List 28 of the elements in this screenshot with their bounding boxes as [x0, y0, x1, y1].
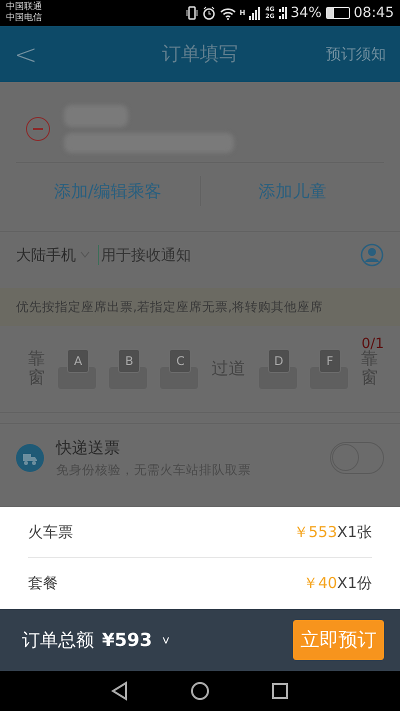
- price-item-amount: ￥553X1张: [294, 522, 372, 542]
- signal-icon: [249, 6, 262, 20]
- price-item-amount: ￥40X1份: [303, 574, 372, 593]
- page-title: 订单填写: [161, 42, 239, 67]
- order-total-amount: ¥593: [102, 630, 152, 650]
- recents-nav-icon[interactable]: [270, 681, 290, 701]
- clock-time: 08:45: [354, 5, 394, 21]
- delivery-title: 快递送票: [56, 438, 121, 458]
- phone-region-dropdown[interactable]: 大陆手机: [16, 246, 90, 264]
- back-button[interactable]: <: [14, 38, 74, 70]
- signal-icon: [278, 6, 287, 20]
- battery-icon: [326, 7, 350, 19]
- back-nav-icon[interactable]: [110, 681, 130, 701]
- book-now-button[interactable]: 立即预订: [293, 620, 384, 660]
- price-item-label: 火车票: [28, 522, 73, 542]
- carrier-name: 中国联通: [6, 2, 42, 12]
- price-item-label: 套餐: [28, 574, 58, 593]
- home-nav-icon[interactable]: [190, 681, 210, 701]
- order-total-label: 订单总额: [22, 629, 94, 652]
- booking-notice-link[interactable]: 预订须知: [326, 44, 386, 64]
- expand-details-button[interactable]: ˅: [162, 632, 170, 648]
- battery-percent: 34%: [290, 5, 322, 21]
- carrier-name: 中国电信: [6, 13, 42, 24]
- wifi-icon: [220, 6, 236, 20]
- seat-count: 0/1: [361, 336, 384, 352]
- alarm-icon: [202, 6, 216, 20]
- phone-input-field[interactable]: 用于接收通知: [98, 245, 352, 265]
- vibrate-icon: [186, 6, 198, 20]
